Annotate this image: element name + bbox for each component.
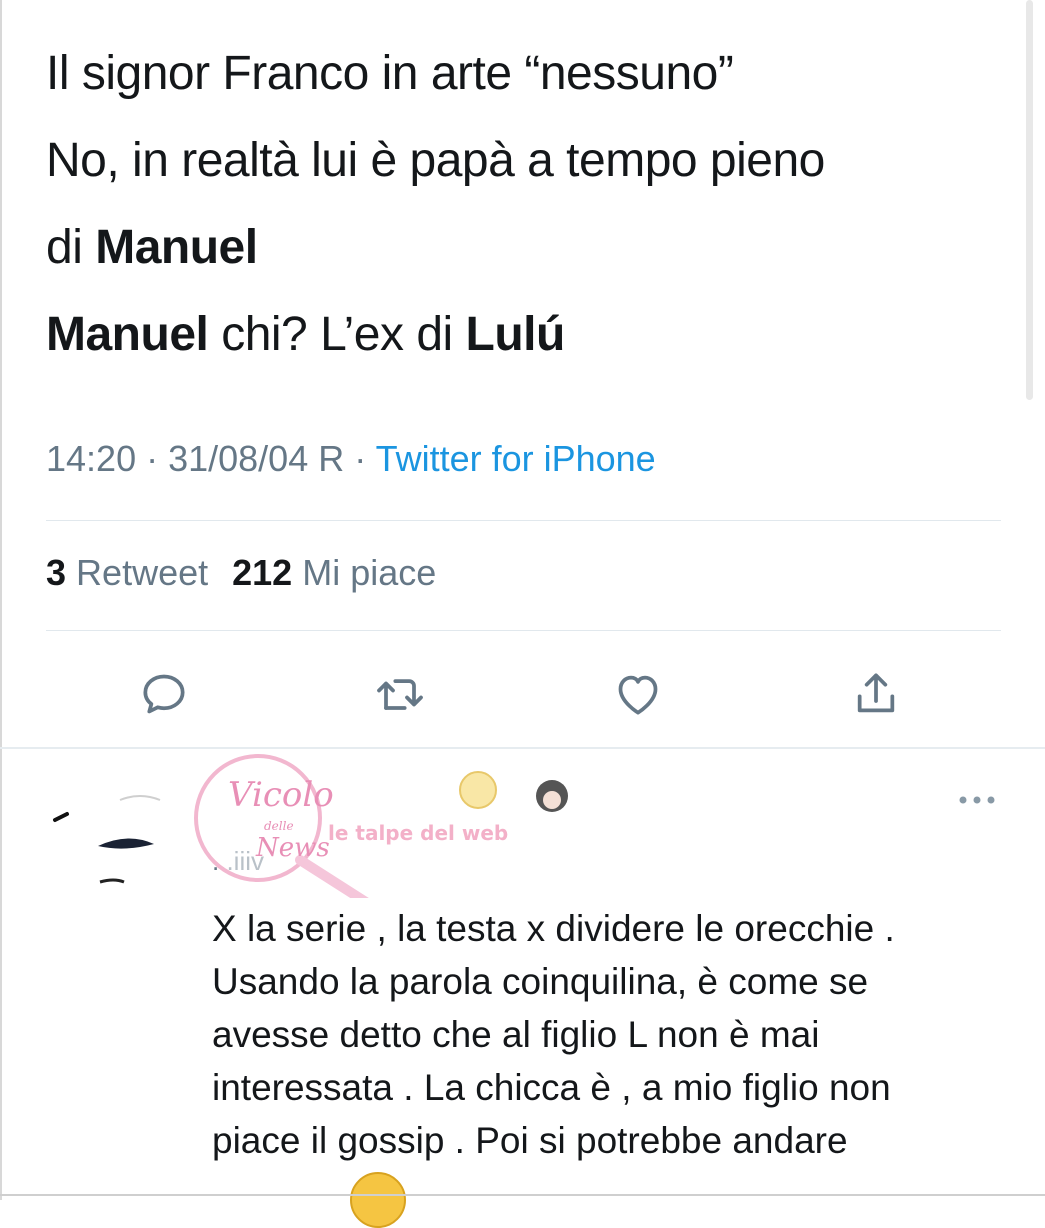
like-button[interactable] bbox=[608, 664, 668, 724]
section-separator bbox=[0, 747, 1045, 749]
watermark-banner: le talpe del web bbox=[328, 771, 568, 845]
retweet-stat[interactable]: 3 Retweet bbox=[46, 552, 208, 593]
like-stat[interactable]: 212 Mi piace bbox=[232, 552, 436, 593]
reply-text: X la serie , la testa x dividere le orec… bbox=[212, 902, 1032, 1167]
watermark-small: delle bbox=[264, 819, 294, 833]
redacted-avatar-area bbox=[53, 795, 161, 884]
cartoon-girl-icon bbox=[459, 771, 497, 809]
reply-line-4: interessata . La chicca è , a mio figlio… bbox=[212, 1067, 891, 1108]
watermark-banner-text: le talpe del web bbox=[328, 821, 508, 845]
scrollbar[interactable] bbox=[1026, 0, 1033, 400]
watermark-title: Vicolo bbox=[228, 775, 334, 815]
mention-manuel: Manuel bbox=[95, 221, 258, 274]
tweet-text: Il signor Franco in arte “nessuno” No, i… bbox=[46, 30, 1006, 378]
tweet-time: 14:20 · 31/08/04 R · bbox=[46, 438, 376, 479]
tweet-line-1: Il signor Franco in arte “nessuno” bbox=[46, 47, 734, 100]
reply-handle: ...iiiv bbox=[212, 846, 264, 876]
watermark-bottom: News bbox=[255, 833, 330, 863]
reply-line-2: Usando la parola coinquilina, è come se bbox=[212, 961, 869, 1002]
tweet-timestamp: 14:20 · 31/08/04 R · Twitter for iPhone bbox=[46, 438, 656, 480]
mention-manuel-2: Manuel bbox=[46, 308, 209, 361]
mention-lulu: Lulú bbox=[465, 308, 566, 361]
like-icon bbox=[618, 675, 658, 715]
divider bbox=[46, 630, 1001, 631]
reply-line-5: piace il gossip . Poi si potrebbe andare bbox=[212, 1120, 848, 1161]
more-options-icon[interactable] bbox=[955, 790, 999, 810]
left-border bbox=[0, 0, 2, 1200]
tweet-stats: 3 Retweet 212 Mi piace bbox=[46, 552, 436, 594]
tweet-line-4: Manuel chi? L’ex di Lulú bbox=[46, 308, 566, 361]
emoji-icon bbox=[350, 1172, 406, 1228]
tweet-line-3: di Manuel bbox=[46, 221, 258, 274]
tweet-line-2: No, in realtà lui è papà a tempo pieno bbox=[46, 134, 825, 187]
bottom-divider bbox=[0, 1194, 1045, 1196]
tweet-source-link[interactable]: Twitter for iPhone bbox=[376, 438, 656, 479]
reply-line-1: X la serie , la testa x dividere le orec… bbox=[212, 908, 895, 949]
share-button[interactable] bbox=[846, 664, 906, 724]
share-icon bbox=[857, 673, 895, 713]
retweet-button[interactable] bbox=[370, 664, 430, 724]
retweet-icon bbox=[377, 679, 423, 710]
reply-line-3: avesse detto che al figlio L non è mai bbox=[212, 1014, 820, 1055]
cartoon-mole-icon bbox=[536, 780, 568, 812]
reply-icon bbox=[143, 674, 185, 714]
divider bbox=[46, 520, 1001, 521]
reply-button[interactable] bbox=[134, 664, 194, 724]
